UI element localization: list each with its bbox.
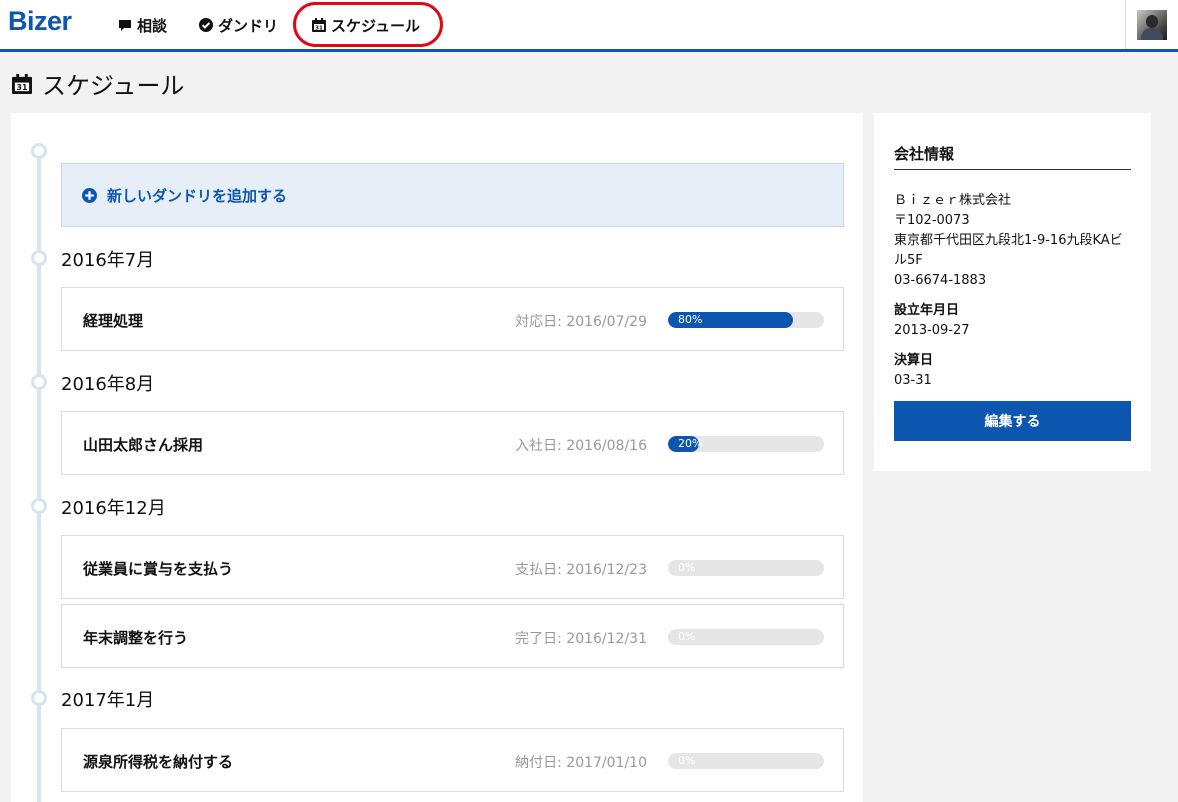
- company-address: 東京都千代田区九段北1-9-16九段KAビル5F: [894, 233, 1123, 268]
- schedule-timeline-panel: 新しいダンドリを追加する 2016年7月 経理処理 対応日: 2016/07/2…: [11, 113, 863, 802]
- task-name: 山田太郎さん採用: [83, 436, 204, 454]
- timeline-dot: [31, 690, 47, 706]
- timeline-dot: [31, 374, 47, 390]
- task-date: 入社日: 2016/08/16: [515, 438, 647, 454]
- edit-company-button[interactable]: 編集する: [894, 401, 1131, 441]
- company-phone: 03-6674-1883: [894, 273, 987, 288]
- add-dandori-label: 新しいダンドリを追加する: [107, 186, 288, 205]
- nav-consult-label: 相談: [137, 16, 168, 35]
- nav-dandori[interactable]: ダンドリ: [199, 14, 278, 36]
- established-label: 設立年月日: [894, 303, 960, 318]
- task-name: 源泉所得税を納付する: [83, 753, 234, 771]
- svg-text:31: 31: [315, 25, 323, 31]
- calendar-icon: 31: [312, 18, 326, 32]
- progress-label: 0%: [678, 754, 696, 767]
- fiscal-date-label: 決算日: [894, 353, 934, 368]
- speech-bubble-icon: [118, 19, 132, 32]
- task-progress-bar: 0%: [668, 560, 824, 576]
- task-progress-bar: 0%: [668, 753, 824, 769]
- plus-circle-icon: [82, 187, 97, 203]
- task-progress-bar: 20%: [668, 436, 824, 452]
- task-progress-bar: 0%: [668, 629, 824, 645]
- task-date: 完了日: 2016/12/31: [515, 631, 647, 647]
- company-name: Ｂｉｚｅｒ株式会社: [894, 193, 1012, 208]
- company-info-title: 会社情報: [894, 145, 955, 163]
- task-date: 対応日: 2016/07/29: [515, 314, 647, 330]
- task-progress-bar: 80%: [668, 312, 824, 328]
- task-name: 従業員に賞与を支払う: [83, 560, 234, 578]
- nav-consult[interactable]: 相談: [118, 14, 167, 36]
- user-menu[interactable]: [1125, 0, 1178, 49]
- timeline-dot: [31, 143, 47, 159]
- task-name: 経理処理: [83, 312, 144, 330]
- company-postal-code: 〒102-0073: [894, 213, 970, 228]
- company-info-details: Ｂｉｚｅｒ株式会社 〒102-0073 東京都千代田区九段北1-9-16九段KA…: [894, 191, 1134, 391]
- timeline-dot: [31, 250, 47, 266]
- page-title: 31 スケジュール: [12, 66, 184, 101]
- task-card[interactable]: 年末調整を行う 完了日: 2016/12/31 0%: [61, 604, 844, 668]
- nav-schedule-label: スケジュール: [331, 16, 420, 35]
- page-title-text: スケジュール: [42, 72, 185, 100]
- task-card[interactable]: 山田太郎さん採用 入社日: 2016/08/16 20%: [61, 411, 844, 475]
- month-heading: 2017年1月: [61, 690, 155, 711]
- company-info-panel: 会社情報 Ｂｉｚｅｒ株式会社 〒102-0073 東京都千代田区九段北1-9-1…: [874, 113, 1151, 471]
- avatar[interactable]: [1137, 9, 1167, 40]
- task-card[interactable]: 源泉所得税を納付する 納付日: 2017/01/10 0%: [61, 728, 844, 792]
- nav-dandori-label: ダンドリ: [218, 16, 279, 35]
- month-heading: 2016年7月: [61, 250, 155, 271]
- month-heading: 2016年12月: [61, 498, 166, 519]
- progress-label: 20%: [678, 437, 703, 450]
- task-date: 納付日: 2017/01/10: [515, 755, 647, 771]
- progress-label: 0%: [678, 630, 696, 643]
- progress-label: 80%: [678, 313, 703, 326]
- timeline-dot: [31, 498, 47, 514]
- established-date: 2013-09-27: [894, 323, 970, 338]
- add-dandori-button[interactable]: 新しいダンドリを追加する: [61, 163, 844, 227]
- task-card[interactable]: 経理処理 対応日: 2016/07/29 80%: [61, 287, 844, 351]
- svg-text:31: 31: [17, 83, 28, 92]
- calendar-icon: 31: [12, 73, 32, 94]
- progress-label: 0%: [678, 561, 696, 574]
- nav-schedule[interactable]: 31 スケジュール: [312, 14, 420, 36]
- divider: [894, 169, 1131, 170]
- bizer-logo[interactable]: Bizer: [8, 6, 72, 37]
- task-card[interactable]: 従業員に賞与を支払う 支払日: 2016/12/23 0%: [61, 535, 844, 599]
- month-heading: 2016年8月: [61, 374, 155, 395]
- task-name: 年末調整を行う: [83, 629, 189, 647]
- task-date: 支払日: 2016/12/23: [515, 562, 647, 578]
- fiscal-date: 03-31: [894, 373, 932, 388]
- top-navbar: Bizer 相談 ダンドリ 31 スケジュール: [0, 0, 1178, 52]
- check-circle-icon: [199, 18, 213, 32]
